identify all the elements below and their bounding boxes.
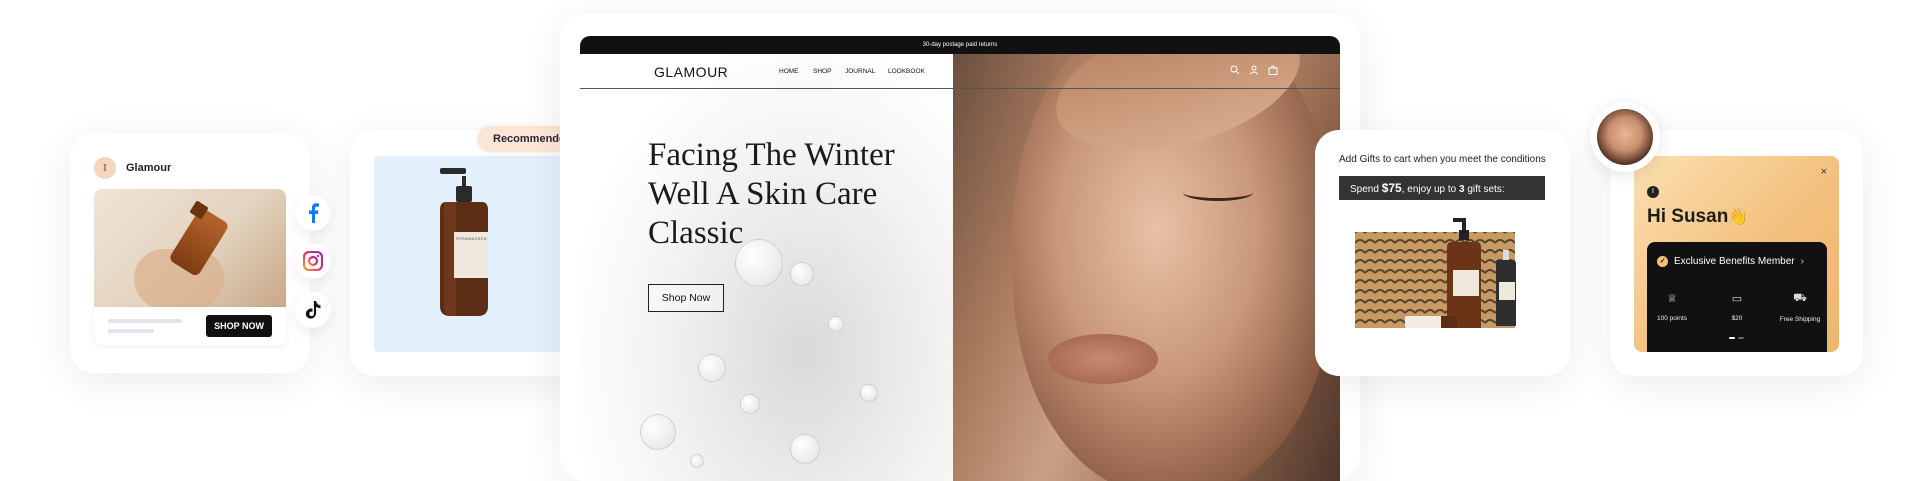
truck-icon: ⛟ [1793, 292, 1807, 304]
membership-panel: ✓ Exclusive Benefits Member › ♕ 100 poin… [1647, 242, 1827, 352]
post-header: I Glamour [94, 157, 171, 179]
product-image[interactable]: SPRAMASSEN [374, 156, 574, 352]
gift-set-image[interactable] [1355, 218, 1535, 336]
bubble [860, 384, 878, 402]
gift-promo-card: Add Gifts to cart when you meet the cond… [1315, 130, 1570, 376]
greeting: Hi Susan👋 [1647, 206, 1748, 228]
brand-name: Glamour [126, 162, 172, 174]
perk-coupon: ▭ $20 [1712, 292, 1762, 322]
member-badge-label: Exclusive Benefits Member [1674, 256, 1795, 267]
social-post-card: I Glamour SHOP NOW [70, 133, 310, 373]
shop-now-button[interactable]: SHOP NOW [206, 315, 272, 337]
shop-now-hero-button[interactable]: Shop Now [648, 284, 724, 312]
lips-shape [1048, 334, 1158, 384]
foam-background [580, 54, 953, 481]
member-badge[interactable]: ✓ Exclusive Benefits Member › [1657, 256, 1804, 267]
member-popup-card: I × Hi Susan👋 ✓ Exclusive Benefits Membe… [1610, 130, 1863, 376]
brand-avatar: I [94, 157, 116, 179]
nav-home[interactable]: HOME [779, 68, 799, 75]
perk-label: Free Shipping [1779, 316, 1821, 323]
instagram-icon [303, 251, 323, 271]
hero-title: Facing The Winter Well A Skin Care Class… [648, 136, 948, 253]
hero-model-photo [953, 54, 1340, 481]
announcement-bar: 30-day postage paid returns [580, 36, 1340, 54]
ticket-icon: ▭ [1731, 293, 1743, 305]
tiktok-icon [305, 301, 321, 319]
trophy-icon: ♕ [1667, 293, 1677, 305]
hero-title-line: Facing The Winter [648, 137, 895, 173]
site-logo[interactable]: GLAMOUR [654, 64, 728, 80]
perk-label: $20 [1731, 315, 1743, 322]
closed-eye-shape [1183, 184, 1253, 201]
nav-shop[interactable]: SHOP [813, 68, 831, 75]
perk-points: ♕ 100 points [1647, 292, 1697, 322]
facebook-button[interactable] [295, 195, 331, 231]
avatar-photo [1597, 109, 1653, 165]
check-icon: ✓ [1657, 256, 1668, 267]
placeholder-line [108, 329, 154, 333]
gift-bar-middle: , enjoy up to [1401, 184, 1459, 195]
close-icon[interactable]: × [1821, 166, 1827, 178]
nav-journal[interactable]: JOURNAL [845, 68, 875, 75]
bubble [690, 454, 704, 468]
gift-bar-amount: $75 [1381, 181, 1402, 195]
hero-title-line: Classic [648, 215, 744, 251]
placeholder-line [108, 319, 182, 323]
pump-bottle-illustration [440, 168, 488, 316]
post-image [94, 189, 286, 307]
wave-icon: 👋 [1728, 209, 1749, 226]
facebook-icon [309, 203, 319, 223]
gift-promo-title: Add Gifts to cart when you meet the cond… [1339, 154, 1546, 165]
gift-bar-prefix: Spend [1350, 184, 1382, 195]
storefront: 30-day postage paid returns GLAMOUR HOME… [580, 36, 1340, 481]
user-icon[interactable] [1249, 65, 1259, 75]
instagram-button[interactable] [295, 243, 331, 279]
carousel-dots[interactable] [1729, 337, 1744, 339]
bubble [790, 434, 820, 464]
bubble [740, 394, 760, 414]
post-footer: SHOP NOW [94, 307, 286, 345]
perk-label: 100 points [1657, 315, 1687, 322]
nav-lookbook[interactable]: LOOKBOOK [888, 68, 925, 75]
gift-bar-suffix: gift sets: [1464, 184, 1505, 195]
greeting-text: Hi Susan [1647, 206, 1729, 227]
gift-threshold-bar: Spend $75, enjoy up to 3 gift sets: [1339, 176, 1545, 200]
tiktok-button[interactable] [295, 292, 331, 328]
site-header: GLAMOUR HOME SHOP JOURNAL LOOKBOOK [580, 54, 1340, 89]
bubble [640, 414, 676, 450]
bag-icon[interactable] [1268, 65, 1278, 75]
perk-shipping: ⛟ Free Shipping [1775, 292, 1825, 323]
bubble [790, 262, 814, 286]
bubble [698, 354, 726, 382]
user-avatar [1590, 102, 1660, 172]
bubble [828, 316, 844, 332]
brand-mini-logo: I [1647, 186, 1659, 198]
member-popup: I × Hi Susan👋 ✓ Exclusive Benefits Membe… [1634, 156, 1839, 352]
search-icon[interactable] [1230, 65, 1240, 75]
chevron-right-icon: › [1800, 256, 1804, 267]
hero-title-line: Well A Skin Care [648, 176, 878, 212]
recommended-card: SPRAMASSEN [350, 130, 595, 376]
product-label-text: SPRAMASSEN [456, 236, 487, 241]
